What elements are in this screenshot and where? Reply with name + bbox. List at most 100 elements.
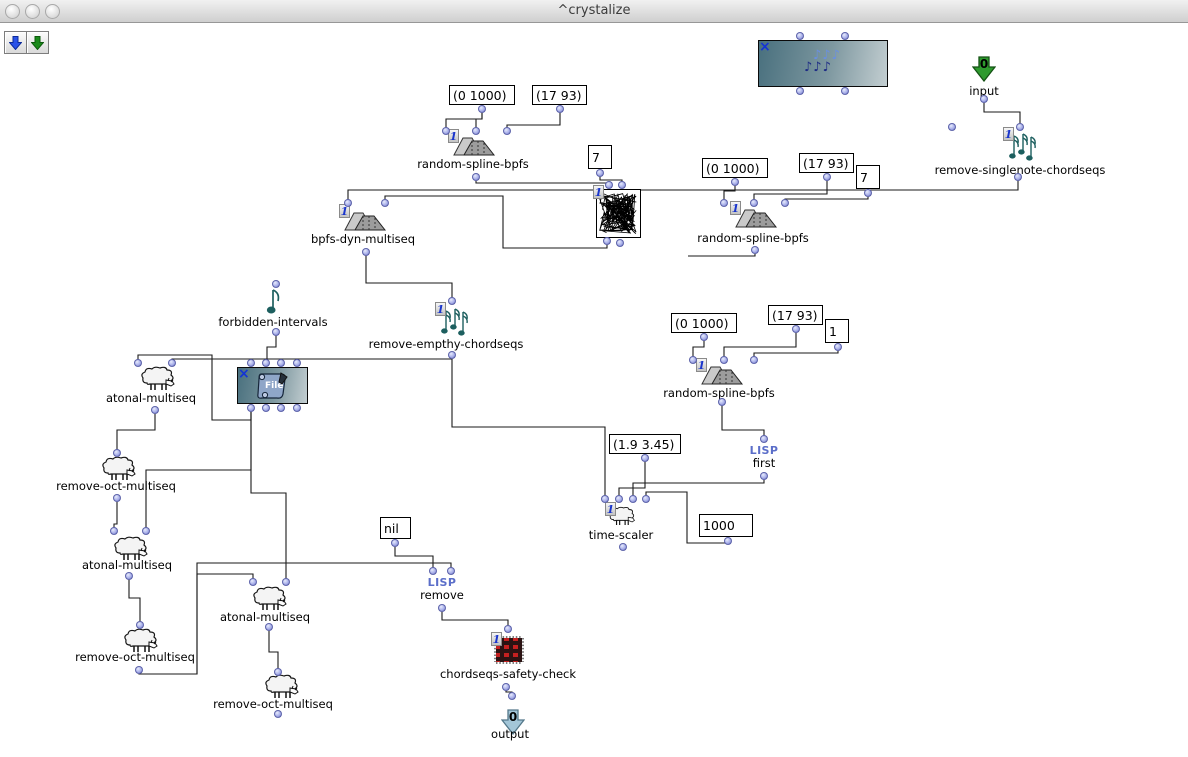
outlet-port-file-box[interactable] bbox=[293, 404, 301, 412]
patch-cord[interactable] bbox=[722, 403, 764, 436]
patch-cord[interactable] bbox=[267, 333, 276, 360]
inlet-port-random-spline-bpfs-2[interactable] bbox=[720, 199, 728, 207]
inlet-port-remove-singlenote-chordseqs[interactable] bbox=[948, 123, 956, 131]
value-box-num-0-1000-b[interactable]: (0 1000) bbox=[702, 158, 768, 178]
inlet-port-remove-singlenote-chordseqs[interactable] bbox=[1016, 123, 1024, 131]
close-x-icon-file-box[interactable]: × bbox=[238, 369, 250, 379]
outlet-port-num-7-a[interactable] bbox=[596, 169, 604, 177]
inlet-port-atonal-multiseq-2[interactable] bbox=[110, 527, 118, 535]
lisp-function-name-lisp-first[interactable]: first bbox=[753, 456, 775, 470]
inlet-port-atonal-multiseq-2[interactable] bbox=[142, 527, 150, 535]
inlet-port-lisp-first[interactable] bbox=[760, 435, 768, 443]
inlet-port-file-box[interactable] bbox=[247, 359, 255, 367]
lock-badge-multibpf-miniview[interactable]: 1 bbox=[593, 185, 604, 199]
outlet-port-remove-oct-multiseq-3[interactable] bbox=[274, 710, 282, 718]
outlet-port-chordseq-editor[interactable] bbox=[796, 87, 804, 95]
outlet-port-bpfs-dyn-multiseq[interactable] bbox=[362, 248, 370, 256]
outlet-port-random-spline-bpfs-1[interactable] bbox=[472, 173, 480, 181]
patch-cord[interactable] bbox=[269, 628, 278, 669]
outlet-port-multibpf-miniview[interactable] bbox=[616, 239, 624, 247]
value-box-num-17-93-a[interactable]: (17 93) bbox=[532, 85, 587, 105]
outlet-port-input[interactable] bbox=[980, 95, 988, 103]
outlet-port-num-0-1000-c[interactable] bbox=[700, 333, 708, 341]
lock-badge-random-spline-bpfs-2[interactable]: 1 bbox=[730, 201, 741, 215]
outlet-port-num-1[interactable] bbox=[834, 343, 842, 351]
outlet-port-chordseq-editor[interactable] bbox=[841, 87, 849, 95]
patch-cord[interactable] bbox=[688, 251, 755, 256]
patch-cord[interactable] bbox=[117, 411, 155, 450]
patch-cord[interactable] bbox=[785, 195, 868, 200]
inlet-port-time-scaler[interactable] bbox=[615, 495, 623, 503]
minimize-window-button[interactable] bbox=[25, 4, 40, 19]
outlet-port-time-scaler[interactable] bbox=[619, 543, 627, 551]
patch-cord[interactable] bbox=[395, 544, 433, 568]
inlet-port-lisp-remove[interactable] bbox=[447, 567, 455, 575]
value-box-num-1000[interactable]: 1000 bbox=[699, 514, 753, 537]
inlet-port-lisp-remove[interactable] bbox=[429, 567, 437, 575]
outlet-port-num-1.9-3.45[interactable] bbox=[641, 454, 649, 462]
patch-cord[interactable] bbox=[114, 499, 117, 528]
value-box-num-17-93-b[interactable]: (17 93) bbox=[799, 153, 854, 173]
zoom-window-button[interactable] bbox=[45, 4, 60, 19]
inlet-port-file-box[interactable] bbox=[262, 359, 270, 367]
inlet-port-file-box[interactable] bbox=[293, 359, 301, 367]
inlet-port-random-spline-bpfs-1[interactable] bbox=[442, 127, 450, 135]
patch-cord[interactable] bbox=[442, 609, 508, 627]
inlet-port-atonal-multiseq-3[interactable] bbox=[282, 578, 290, 586]
lock-badge-time-scaler[interactable]: 1 bbox=[605, 502, 616, 516]
lock-badge-remove-empthy-chordseqs[interactable]: 1 bbox=[435, 302, 446, 316]
lock-badge-random-spline-bpfs-3[interactable]: 1 bbox=[696, 358, 707, 372]
value-box-num-7-a[interactable]: 7 bbox=[588, 145, 612, 169]
patch-cord[interactable] bbox=[619, 459, 645, 496]
outlet-port-num-1000[interactable] bbox=[724, 537, 732, 545]
inlet-port-atonal-multiseq-3[interactable] bbox=[249, 578, 257, 586]
value-box-num-nil[interactable]: nil bbox=[380, 517, 411, 539]
lock-badge-remove-singlenote-chordseqs[interactable]: 1 bbox=[1003, 127, 1014, 141]
outlet-port-remove-oct-multiseq-2[interactable] bbox=[135, 666, 143, 674]
outlet-port-lisp-first[interactable] bbox=[760, 472, 768, 480]
inlet-port-file-box[interactable] bbox=[277, 359, 285, 367]
outlet-port-num-nil[interactable] bbox=[391, 539, 399, 547]
close-x-icon-chordseq-editor[interactable]: × bbox=[759, 42, 771, 52]
patch-cord[interactable] bbox=[172, 356, 452, 361]
inlet-port-remove-oct-multiseq-2[interactable] bbox=[136, 621, 144, 629]
inlet-port-atonal-multiseq-1[interactable] bbox=[134, 359, 142, 367]
inlet-port-random-spline-bpfs-2[interactable] bbox=[750, 199, 758, 207]
outlet-port-atonal-multiseq-2[interactable] bbox=[125, 572, 133, 580]
outlet-port-remove-singlenote-chordseqs[interactable] bbox=[1014, 173, 1022, 181]
patch-cord[interactable] bbox=[251, 409, 286, 579]
patch-cord[interactable] bbox=[754, 348, 838, 357]
lisp-function-name-lisp-remove[interactable]: remove bbox=[420, 588, 464, 602]
inlet-port-bpfs-dyn-multiseq[interactable] bbox=[344, 199, 352, 207]
patch-cord[interactable] bbox=[476, 178, 611, 184]
inlet-port-remove-oct-multiseq-1[interactable] bbox=[113, 449, 121, 457]
inlet-port-random-spline-bpfs-3[interactable] bbox=[750, 356, 758, 364]
patch-cord[interactable] bbox=[452, 356, 605, 496]
inlet-port-remove-oct-multiseq-3[interactable] bbox=[274, 668, 282, 676]
patch-cord[interactable] bbox=[129, 578, 140, 622]
outlet-port-remove-empthy-chordseqs[interactable] bbox=[448, 351, 456, 359]
patch-canvas[interactable]: (0 1000)(17 93)7(0 1000)(17 93)7(0 1000)… bbox=[0, 0, 1188, 757]
inlet-port-remove-empthy-chordseqs[interactable] bbox=[448, 297, 456, 305]
outlet-port-num-0-1000-b[interactable] bbox=[731, 178, 739, 186]
inlet-port-random-spline-bpfs-1[interactable] bbox=[472, 127, 480, 135]
value-box-num-17-93-c[interactable]: (17 93) bbox=[768, 305, 823, 325]
inlet-port-bpfs-dyn-multiseq[interactable] bbox=[381, 199, 389, 207]
value-box-num-7-b[interactable]: 7 bbox=[856, 165, 880, 189]
outlet-port-file-box[interactable] bbox=[247, 404, 255, 412]
close-window-button[interactable] bbox=[5, 4, 20, 19]
patch-cord[interactable] bbox=[146, 409, 251, 528]
inlet-port-multibpf-miniview[interactable] bbox=[618, 181, 626, 189]
inlet-port-multibpf-miniview[interactable] bbox=[605, 181, 613, 189]
inlet-port-time-scaler[interactable] bbox=[601, 495, 609, 503]
inlet-port-forbidden-intervals[interactable] bbox=[272, 280, 280, 288]
patch-cord[interactable] bbox=[366, 253, 452, 298]
outlet-port-num-17-93-c[interactable] bbox=[792, 325, 800, 333]
patch-cord[interactable] bbox=[348, 179, 1018, 200]
outlet-port-random-spline-bpfs-3[interactable] bbox=[718, 398, 726, 406]
inlet-port-random-spline-bpfs-3[interactable] bbox=[689, 356, 697, 364]
inlet-port-time-scaler[interactable] bbox=[642, 495, 650, 503]
inlet-port-time-scaler[interactable] bbox=[629, 495, 637, 503]
lock-badge-chordseqs-safety-check[interactable]: 1 bbox=[491, 632, 502, 646]
inlet-port-random-spline-bpfs-1[interactable] bbox=[503, 127, 511, 135]
